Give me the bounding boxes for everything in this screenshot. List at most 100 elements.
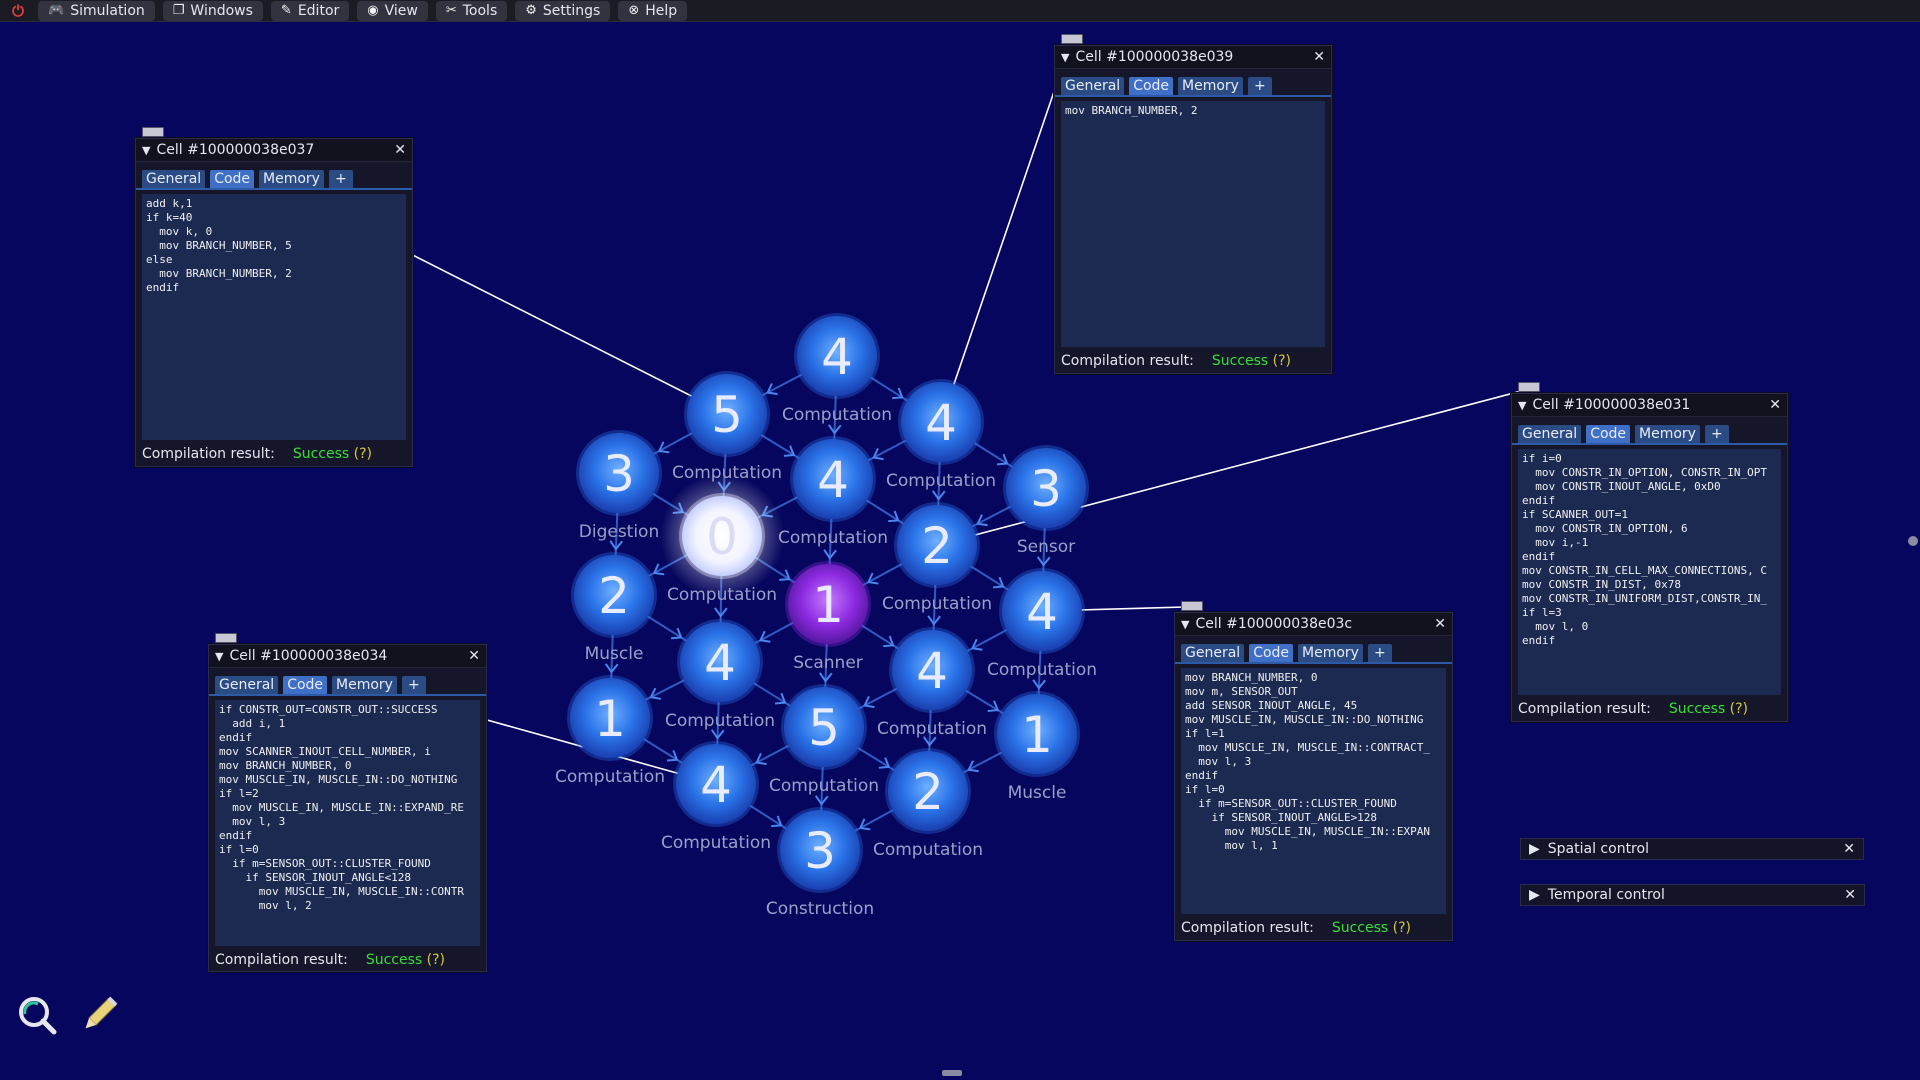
result-help[interactable]: (?) [354,446,372,462]
result-help[interactable]: (?) [427,952,445,968]
collapse-triangle-icon[interactable]: ▼ [1518,399,1526,412]
cell-function-label: Computation [661,833,771,853]
cell-node[interactable]: 2 Computation [873,748,983,860]
code-editor[interactable]: if i=0 mov CONSTR_IN_OPTION, CONSTR_IN_O… [1518,449,1781,695]
expand-triangle-icon[interactable]: ▶ [1529,887,1540,903]
zoom-search-icon [19,997,57,1035]
result-label: Compilation result: [1061,353,1194,369]
window-titlebar[interactable]: ▼ Cell #100000038e039 ✕ [1055,46,1331,69]
tab-code[interactable]: Code [283,676,328,694]
cell-node[interactable]: 2 Muscle [571,552,657,664]
window-tabs: General Code Memory + [136,162,412,190]
window-tabs: General Code Memory + [1055,69,1331,97]
bottom-scroll-handle[interactable] [942,1070,962,1076]
tab-memory[interactable]: Memory [332,676,397,694]
window-drag-handle[interactable] [1181,601,1203,611]
cell-number: 3 [1030,460,1062,518]
window-titlebar[interactable]: ▼ Cell #100000038e034 ✕ [209,645,486,668]
tab-general[interactable]: General [215,676,279,694]
code-editor[interactable]: mov BRANCH_NUMBER, 2 [1061,101,1325,347]
tab-memory[interactable]: Memory [259,170,324,188]
tab-memory[interactable]: Memory [1298,644,1363,662]
cell-node[interactable]: 3 Construction [766,807,874,919]
close-icon[interactable]: ✕ [1844,887,1856,903]
window-titlebar[interactable]: ▼ Cell #100000038e031 ✕ [1512,394,1787,417]
code-editor[interactable]: add k,1 if k=40 mov k, 0 mov BRANCH_NUMB… [142,194,406,440]
tab-memory[interactable]: Memory [1635,425,1700,443]
temporal-control-panel[interactable]: ▶ Temporal control ✕ [1520,884,1865,906]
window-drag-handle[interactable] [1518,382,1540,392]
window-titlebar[interactable]: ▼ Cell #100000038e03c ✕ [1175,613,1452,636]
cell-function-label: Computation [667,585,777,605]
code-editor[interactable]: mov BRANCH_NUMBER, 0 mov m, SENSOR_OUT a… [1181,668,1446,914]
tab-code[interactable]: Code [1586,425,1631,443]
side-scroll-indicator[interactable] [1908,536,1918,546]
code-editor[interactable]: if CONSTR_OUT=CONSTR_OUT::SUCCESS add i,… [215,700,480,946]
cell-node[interactable]: 1 Muscle [994,691,1080,803]
window-title: Cell #100000038e034 [229,648,388,664]
tab-memory[interactable]: Memory [1178,77,1243,95]
cell-node[interactable]: 3 Digestion [576,430,662,542]
window-pointer-line [940,44,1071,423]
tab-add[interactable]: + [1247,77,1272,95]
cell-window-e037[interactable]: ▼ Cell #100000038e037 ✕ General Code Mem… [135,127,413,468]
cell-window-e03c[interactable]: ▼ Cell #100000038e03c ✕ General Code Mem… [1174,601,1453,941]
zoom-search-button[interactable] [12,990,62,1040]
tab-add[interactable]: + [1367,644,1392,662]
tab-code[interactable]: Code [210,170,255,188]
close-icon[interactable]: ✕ [1843,841,1855,857]
cell-node[interactable]: 5 Computation [769,684,879,796]
window-drag-handle[interactable] [215,633,237,643]
cell-node[interactable]: 4 Computation [782,313,892,425]
tab-add[interactable]: + [401,676,426,694]
result-help[interactable]: (?) [1393,920,1411,936]
tab-code[interactable]: Code [1249,644,1294,662]
result-status: Success [1331,920,1389,936]
cell-number: 5 [808,699,840,757]
cell-function-label: Computation [769,776,879,796]
tab-general[interactable]: General [142,170,206,188]
collapse-triangle-icon[interactable]: ▼ [1181,618,1189,631]
window-drag-handle[interactable] [142,127,164,137]
cell-node[interactable]: 1 Scanner [785,561,871,673]
edit-mode-button[interactable] [74,990,124,1040]
spatial-control-panel[interactable]: ▶ Spatial control ✕ [1520,838,1864,860]
tab-add[interactable]: + [1704,425,1729,443]
close-icon[interactable]: ✕ [394,142,406,158]
cell-node[interactable]: 4 Computation [987,568,1097,680]
cell-node[interactable]: 4 Computation [778,436,888,548]
close-icon[interactable]: ✕ [1769,397,1781,413]
collapse-triangle-icon[interactable]: ▼ [1061,51,1069,64]
cell-node[interactable]: 0 Computation [660,474,784,605]
window-drag-handle[interactable] [1061,34,1083,44]
cell-window-e039[interactable]: ▼ Cell #100000038e039 ✕ General Code Mem… [1054,34,1332,374]
collapse-triangle-icon[interactable]: ▼ [142,144,150,157]
window-title: Cell #100000038e039 [1075,49,1234,65]
cells[interactable]: 4Computation5Computation4Computation3Dig… [555,313,1097,919]
close-icon[interactable]: ✕ [1313,49,1325,65]
result-help[interactable]: (?) [1273,353,1291,369]
cell-function-label: Computation [782,405,892,425]
window-titlebar[interactable]: ▼ Cell #100000038e037 ✕ [136,139,412,162]
tab-code[interactable]: Code [1129,77,1174,95]
tab-add[interactable]: + [328,170,353,188]
expand-triangle-icon[interactable]: ▶ [1529,841,1540,857]
tab-general[interactable]: General [1518,425,1582,443]
cell-window-e034[interactable]: ▼ Cell #100000038e034 ✕ General Code Mem… [208,633,487,974]
result-help[interactable]: (?) [1730,701,1748,717]
window-tabs: General Code Memory + [1512,417,1787,445]
close-icon[interactable]: ✕ [468,648,480,664]
collapse-triangle-icon[interactable]: ▼ [215,650,223,663]
cell-node[interactable]: 1 Computation [555,675,665,787]
cell-window-e031[interactable]: ▼ Cell #100000038e031 ✕ General Code Mem… [1511,382,1788,722]
close-icon[interactable]: ✕ [1434,616,1446,632]
cell-node[interactable]: 4 Computation [661,741,771,853]
compilation-result: Compilation result: Success (?) [209,946,486,974]
tab-general[interactable]: General [1181,644,1245,662]
cell-node[interactable]: 5Computation [672,371,782,483]
cell-function-label: Computation [877,719,987,739]
tab-general[interactable]: General [1061,77,1125,95]
cell-node[interactable]: 3 Sensor [1003,445,1089,557]
result-label: Compilation result: [142,446,275,462]
compilation-result: Compilation result: Success (?) [136,440,412,468]
